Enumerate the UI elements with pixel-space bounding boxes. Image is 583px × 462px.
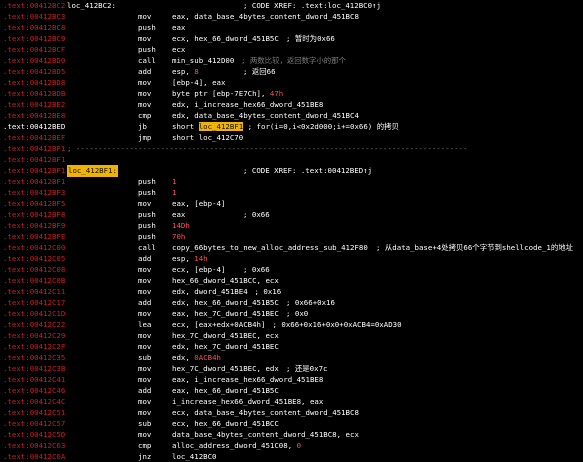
highlighted-operand[interactable]: loc_412BF1 bbox=[198, 122, 244, 131]
inline-comment: ; for(i=0,i<0x2d000;i+=0x66) 的拷贝 bbox=[243, 122, 399, 131]
listing-line[interactable]: .text:00412C6A jnz loc_412BC0 bbox=[0, 451, 583, 462]
instruction-operands[interactable]: loc_412BC0 bbox=[172, 451, 217, 462]
instruction-mnemonic[interactable]: jnz bbox=[138, 451, 151, 462]
ida-disassembly-view[interactable]: .text:00412BC2 loc_412BC2:; CODE XREF: .t… bbox=[0, 0, 583, 462]
line-address[interactable]: .text:00412C6A bbox=[3, 451, 65, 462]
operand-prefix: short bbox=[172, 122, 199, 131]
